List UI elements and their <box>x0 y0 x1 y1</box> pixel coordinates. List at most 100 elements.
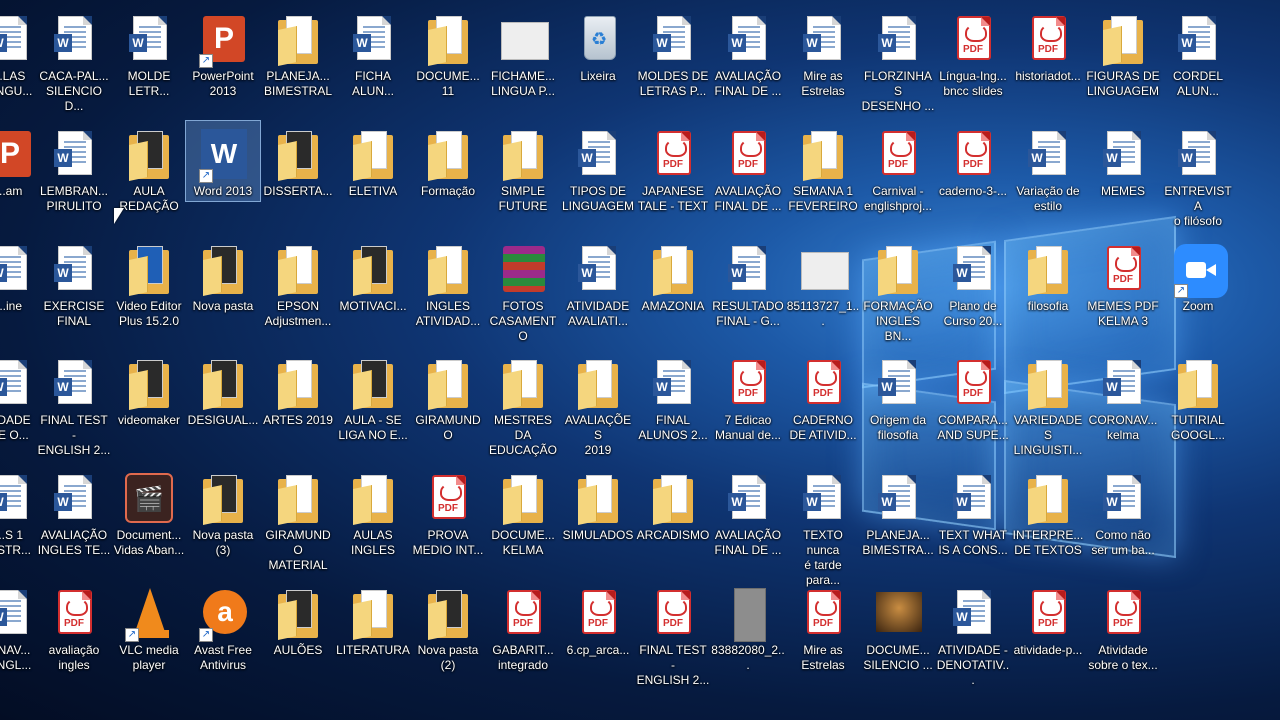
desktop-icon[interactable]: PDF 7 Edicao Manual de... <box>711 350 785 462</box>
desktop-icon[interactable]: PDF GABARIT... integrado <box>486 580 560 692</box>
desktop-icon[interactable]: W LEMBRAN... PIRULITO <box>37 121 111 233</box>
desktop-icon[interactable]: PDF caderno-3-... <box>936 121 1010 233</box>
desktop-icon[interactable]: PLANEJA... BIMESTRAL <box>261 6 335 118</box>
desktop-icon[interactable]: W FLORZINHAS DESENHO ... <box>861 6 935 118</box>
desktop-icon[interactable]: W CORDEL ALUN... <box>1161 6 1235 118</box>
desktop-icon[interactable]: W ENTREVISTA o filósofo <box>1161 121 1235 233</box>
desktop-icon[interactable]: Nova pasta (3) <box>186 465 260 577</box>
desktop-icon[interactable]: PDF Atividade sobre o tex... <box>1086 580 1160 692</box>
desktop-icon[interactable]: TUTIRIAL GOOGL... <box>1161 350 1235 462</box>
desktop-icon[interactable]: W AVALIAÇÃO INGLES TE... <box>37 465 111 577</box>
desktop-icon[interactable]: PDF CADERNO DE ATIVID... <box>786 350 860 462</box>
desktop-icon[interactable]: ELETIVA <box>336 121 410 233</box>
desktop-icon[interactable]: PDF Carnival - englishproj... <box>861 121 935 233</box>
desktop-icon[interactable]: W MOLDES DE LETRAS P... <box>636 6 710 118</box>
desktop-icon[interactable]: PDF 6.cp_arca... <box>561 580 635 692</box>
desktop-icon[interactable]: AVALIAÇÕES 2019 <box>561 350 635 462</box>
desktop-icon[interactable]: W RESULTADO FINAL - G... <box>711 236 785 348</box>
desktop-icon[interactable]: W EXERCISE FINAL <box>37 236 111 348</box>
desktop-icon[interactable]: 83882080_2... <box>711 580 785 692</box>
desktop-icon[interactable]: W Mire as Estrelas <box>786 6 860 118</box>
desktop-icon[interactable]: filosofia <box>1011 236 1085 348</box>
desktop-icon[interactable]: INGLES ATIVIDAD... <box>411 236 485 348</box>
desktop-icon[interactable]: Nova pasta (2) <box>411 580 485 692</box>
desktop-icon[interactable]: AMAZONIA <box>636 236 710 348</box>
desktop-icon[interactable]: PDF historiadot... <box>1011 6 1085 118</box>
desktop-icon[interactable]: W TIPOS DE LINGUAGEM <box>561 121 635 233</box>
desktop-icon[interactable]: W Plano de Curso 20... <box>936 236 1010 348</box>
pdf-document-icon: PDF <box>949 14 997 66</box>
desktop-icon[interactable]: a ↗ Avast Free Antivirus <box>186 580 260 692</box>
desktop-icon[interactable]: W TEXT WHAT IS A CONS... <box>936 465 1010 577</box>
desktop-icon[interactable]: W ↗ Word 2013 <box>185 120 261 202</box>
desktop-icon[interactable]: DOCUME... SILENCIO ... <box>861 580 935 692</box>
desktop-icon[interactable]: W Origem da filosofia <box>861 350 935 462</box>
desktop-icon[interactable]: W MOLDE LETR... <box>112 6 186 118</box>
desktop-icon[interactable]: DESIGUAL... <box>186 350 260 462</box>
desktop-icon[interactable]: W AVALIAÇÃO FINAL DE ... <box>711 465 785 577</box>
desktop-icon-label: Video Editor Plus 15.2.0 <box>116 299 182 328</box>
desktop-icon[interactable]: INTERPRE... DE TEXTOS <box>1011 465 1085 577</box>
desktop-icon[interactable]: Video Editor Plus 15.2.0 <box>112 236 186 348</box>
desktop-icon[interactable]: SIMULADOS <box>561 465 635 577</box>
desktop-icon[interactable]: W Como não ser um ba... <box>1086 465 1160 577</box>
desktop-icon[interactable]: 🎬 Document... Vidas Aban... <box>112 465 186 577</box>
desktop-icon[interactable]: W CORONAV... kelma <box>1086 350 1160 462</box>
desktop-icon[interactable]: AULA - SE LIGA NO E... <box>336 350 410 462</box>
desktop-icon[interactable]: FORMAÇÃO INGLES BN... <box>861 236 935 348</box>
desktop-icon[interactable]: ↗ Zoom <box>1161 236 1235 348</box>
desktop-icon[interactable]: W MEMES <box>1086 121 1160 233</box>
desktop-icon[interactable]: W ATIVIDADE AVALIATI... <box>561 236 635 348</box>
desktop-icon[interactable]: ARTES 2019 <box>261 350 335 462</box>
desktop-icon-label: Mire as Estrelas <box>801 69 845 98</box>
desktop-icon[interactable]: PDF Mire as Estrelas <box>786 580 860 692</box>
desktop-icon[interactable]: PDF avaliação ingles <box>37 580 111 692</box>
desktop-icon[interactable]: P ↗ PowerPoint 2013 <box>186 6 260 118</box>
desktop-icon[interactable]: W Variação de estilo <box>1011 121 1085 233</box>
desktop-icon[interactable]: Nova pasta <box>186 236 260 348</box>
desktop-icon[interactable]: GIRAMUNDO <box>411 350 485 462</box>
desktop-icon[interactable]: DISSERTA... <box>261 121 335 233</box>
desktop-icon[interactable]: MOTIVACI... <box>336 236 410 348</box>
desktop-icon[interactable]: W AVALIAÇÃO FINAL DE ... <box>711 6 785 118</box>
desktop-icon[interactable]: PDF MEMES PDF KELMA 3 <box>1086 236 1160 348</box>
desktop-icon[interactable]: videomaker <box>112 350 186 462</box>
desktop-icon[interactable]: DOCUME... KELMA <box>486 465 560 577</box>
desktop-icon[interactable]: FIGURAS DE LINGUAGEM <box>1086 6 1160 118</box>
desktop-icon[interactable]: PDF PROVA MEDIO INT... <box>411 465 485 577</box>
desktop-icon[interactable]: PDF AVALIAÇÃO FINAL DE ... <box>711 121 785 233</box>
desktop-icon[interactable]: PDF FINAL TEST - ENGLISH 2... <box>636 580 710 692</box>
desktop-icon[interactable]: Formação <box>411 121 485 233</box>
desktop-icon[interactable]: SIMPLE FUTURE <box>486 121 560 233</box>
desktop-icon[interactable]: MESTRES DA EDUCAÇÃO <box>486 350 560 462</box>
desktop-icon[interactable]: FICHAME... LINGUA P... <box>486 6 560 118</box>
desktop-icon[interactable]: EPSON Adjustmen... <box>261 236 335 348</box>
desktop-icon[interactable]: SEMANA 1 FEVEREIRO <box>786 121 860 233</box>
folder-icon <box>349 129 397 182</box>
word-document-icon: W <box>50 129 98 181</box>
desktop-icon[interactable]: FOTOS CASAMENTO <box>486 236 560 348</box>
desktop-icon-label: filosofia <box>1027 299 1069 313</box>
desktop-icon[interactable]: W TEXTO nunca é tarde para... <box>786 465 860 587</box>
desktop-icon[interactable]: PDF Língua-Ing... bncc slides <box>936 6 1010 118</box>
desktop-icon[interactable]: PDF COMPARA... AND SUPE... <box>936 350 1010 462</box>
desktop-icon[interactable]: VARIEDADES LINGUISTI... <box>1011 350 1085 462</box>
desktop-icon[interactable]: AULÕES <box>261 580 335 692</box>
desktop-icon-label: INGLES ATIVIDAD... <box>415 299 481 328</box>
desktop-icon[interactable]: LITERATURA <box>336 580 410 692</box>
desktop-icon[interactable]: W FICHA ALUN... <box>336 6 410 118</box>
desktop-icon[interactable]: ARCADISMO <box>636 465 710 577</box>
desktop-icon[interactable]: GIRAMUNDO MATERIAL <box>261 465 335 577</box>
desktop-icon[interactable]: W CACA-PAL... SILENCIO D... <box>37 6 111 118</box>
desktop-icon[interactable]: AULAS INGLES <box>336 465 410 577</box>
desktop-icon[interactable]: W FINAL TEST - ENGLISH 2... <box>37 350 111 462</box>
desktop-icon[interactable]: PDF atividade-p... <box>1011 580 1085 692</box>
desktop-icon[interactable]: W ATIVIDADE - DENOTATIV... <box>936 580 1010 692</box>
desktop-icon[interactable]: DOCUME... 11 <box>411 6 485 118</box>
desktop-icon[interactable]: ♻ Lixeira <box>561 6 635 118</box>
desktop-icon[interactable]: W PLANEJA... BIMESTRA... <box>861 465 935 577</box>
desktop-icon[interactable]: 85113727_1... <box>786 236 860 348</box>
desktop-icon[interactable]: PDF JAPANESE TALE - TEXT <box>636 121 710 233</box>
desktop-icon[interactable]: ↗ VLC media player <box>112 580 186 692</box>
desktop-icon[interactable]: W FINAL ALUNOS 2... <box>636 350 710 462</box>
